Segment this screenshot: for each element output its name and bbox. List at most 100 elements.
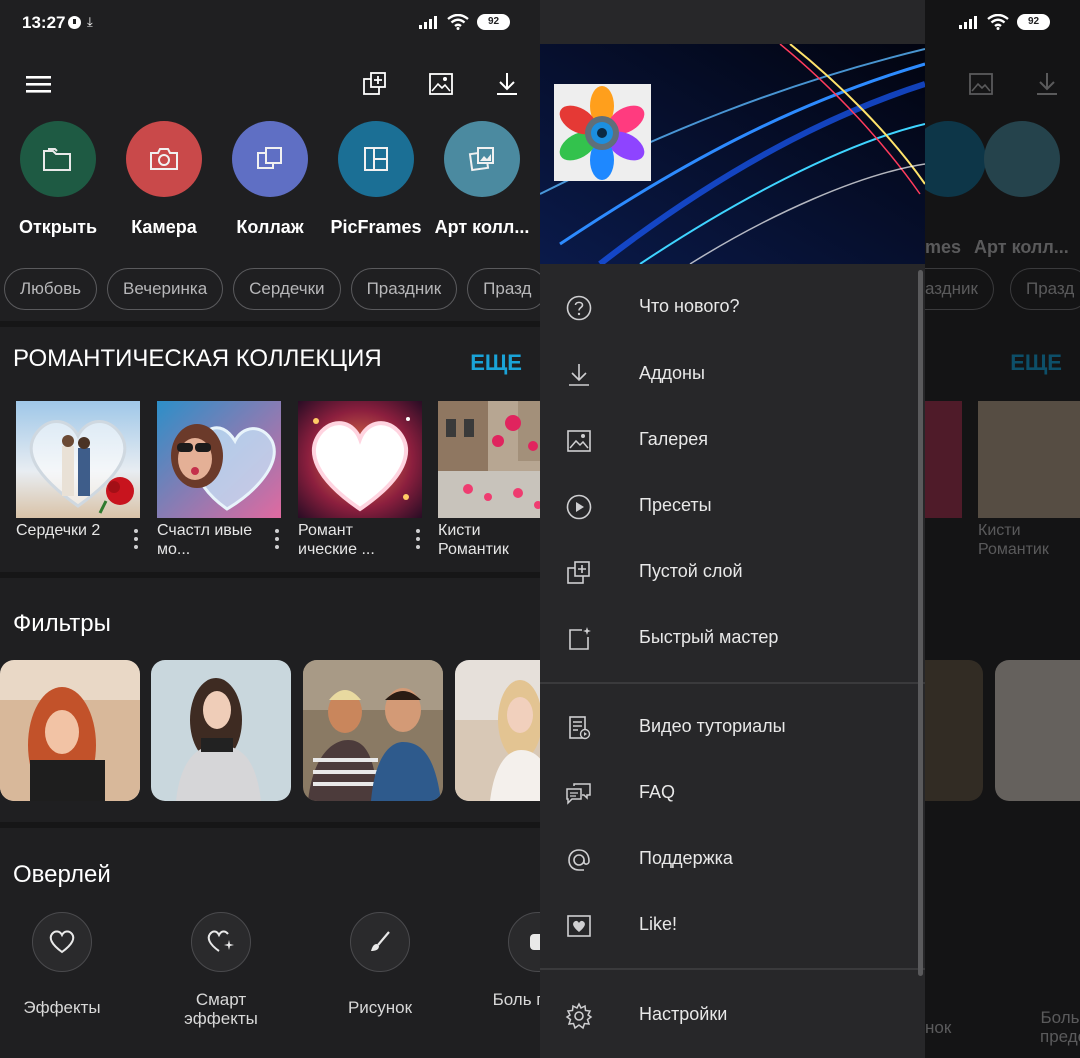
quick-action-art-collage[interactable]: Арт колл... [427, 121, 537, 238]
faq-icon [566, 783, 591, 805]
picframes-button[interactable] [338, 121, 414, 197]
download-status-icon: ⤓ [87, 14, 93, 29]
menu-item-whats-new[interactable]: Что нового? [540, 280, 925, 336]
navigation-drawer: Что нового? Аддоны Галерея Пресеты Пусто… [540, 0, 925, 1058]
filter-card[interactable] [0, 660, 140, 801]
quick-action-picframes[interactable]: PicFrames [321, 121, 431, 238]
menu-item-settings[interactable]: Настройки [540, 988, 925, 1044]
menu-label: Что нового? [639, 296, 740, 316]
card-title: Счастл ивые мо... [157, 522, 253, 558]
menu-item-video-tutorials[interactable]: Видео туториалы [540, 700, 925, 756]
quick-action-collage[interactable]: Коллаж [215, 121, 325, 238]
drawer-scrim[interactable] [925, 0, 1080, 1058]
drawer-header [540, 44, 925, 264]
menu-label: Пресеты [639, 495, 712, 515]
overlay-smart-effects[interactable]: Смарт эффекты [161, 912, 281, 1028]
overlay-more[interactable]: Боль преде [478, 912, 540, 1009]
card-thumbnail[interactable] [438, 401, 540, 518]
quick-action-camera[interactable]: Камера [109, 121, 219, 238]
overlay-label: Эффекты [23, 998, 101, 1017]
smart-effects-button[interactable] [191, 912, 251, 972]
romantic-section-title: РОМАНТИЧЕСКАЯ КОЛЛЕКЦИЯ [13, 345, 382, 372]
smart-heart-icon [207, 930, 234, 952]
app-logo [554, 84, 651, 181]
quick-action-open[interactable]: Открыть [3, 121, 113, 238]
overlay-effects[interactable]: Эффекты [2, 912, 122, 1017]
menu-item-support[interactable]: Поддержка [540, 832, 925, 888]
camera-icon [150, 148, 178, 170]
menu-label: Like! [639, 914, 678, 934]
wifi-icon [987, 14, 1009, 30]
add-layer-icon [567, 561, 590, 584]
menu-label: Галерея [639, 429, 709, 449]
romantic-card[interactable]: Сердечки 2 [16, 401, 140, 549]
romantic-card[interactable]: Счастл ивые мо... [157, 401, 281, 558]
chip-holiday-2[interactable]: Празд [467, 268, 540, 310]
filter-card[interactable] [151, 660, 291, 801]
collage-button[interactable] [232, 121, 308, 197]
camera-button[interactable] [126, 121, 202, 197]
gallery-icon [567, 430, 591, 452]
signal-icon [419, 16, 437, 29]
drawing-button[interactable] [350, 912, 410, 972]
collage-icon [257, 147, 282, 169]
menu-icon[interactable] [25, 70, 53, 98]
art-collage-button[interactable] [444, 121, 520, 197]
card-menu-icon[interactable] [273, 529, 281, 553]
heart-icon [49, 930, 75, 954]
video-tutorial-icon [569, 716, 591, 740]
battery-indicator: 92 [1017, 14, 1050, 30]
menu-label: Настройки [639, 1004, 728, 1024]
filters-section-title: Фильтры [13, 610, 111, 637]
overlay-label: Боль преде [492, 990, 540, 1009]
quick-action-label: Арт колл... [434, 217, 530, 237]
section-divider [0, 822, 540, 828]
status-time: 13:27 [22, 13, 66, 32]
overlay-section-title: Оверлей [13, 861, 111, 888]
chip-party[interactable]: Вечеринка [107, 268, 224, 310]
filter-card[interactable] [455, 660, 540, 801]
status-indicators: 92 [959, 14, 1050, 30]
section-divider [0, 572, 540, 578]
menu-item-addons[interactable]: Аддоны [540, 347, 925, 403]
download-icon[interactable] [493, 70, 521, 98]
open-button[interactable] [20, 121, 96, 197]
card-menu-icon[interactable] [132, 529, 140, 553]
menu-item-quick-master[interactable]: Быстрый мастер [540, 611, 925, 667]
add-layer-icon[interactable] [361, 70, 389, 98]
romantic-card[interactable]: Кисти Романтик [438, 401, 540, 558]
chip-hearts[interactable]: Сердечки [233, 268, 341, 310]
overlay-drawing[interactable]: Рисунок [320, 912, 440, 1017]
romantic-card[interactable]: Романт ические ... [298, 401, 422, 558]
menu-item-empty-layer[interactable]: Пустой слой [540, 545, 925, 601]
wifi-icon [447, 14, 469, 30]
drawer-scrollbar[interactable] [918, 270, 923, 976]
menu-label: Поддержка [639, 848, 733, 868]
art-collage-icon [468, 147, 494, 172]
card-thumbnail[interactable] [157, 401, 281, 518]
quick-action-label: PicFrames [330, 217, 422, 237]
overlay-label: Рисунок [347, 998, 413, 1017]
menu-divider [540, 682, 925, 684]
menu-item-faq[interactable]: FAQ [540, 766, 925, 822]
chip-love[interactable]: Любовь [4, 268, 97, 310]
filter-card[interactable] [303, 660, 443, 801]
gallery-icon[interactable] [427, 70, 455, 98]
quick-master-icon [569, 627, 591, 650]
menu-item-presets[interactable]: Пресеты [540, 479, 925, 535]
romantic-more-link[interactable]: ЕЩЕ [470, 350, 522, 376]
effects-button[interactable] [32, 912, 92, 972]
card-thumbnail[interactable] [298, 401, 422, 518]
menu-label: Аддоны [639, 363, 705, 383]
quick-action-label: Коллаж [236, 217, 304, 237]
at-icon [568, 849, 590, 871]
menu-item-gallery[interactable]: Галерея [540, 413, 925, 469]
card-menu-icon[interactable] [414, 529, 422, 553]
more-effects-button[interactable] [508, 912, 540, 972]
card-thumbnail[interactable] [16, 401, 140, 518]
quick-action-label: Открыть [18, 217, 98, 237]
menu-item-like[interactable]: Like! [540, 898, 925, 954]
chip-holiday[interactable]: Праздник [350, 268, 458, 310]
notification-icon [68, 15, 81, 29]
download-icon [569, 364, 589, 386]
